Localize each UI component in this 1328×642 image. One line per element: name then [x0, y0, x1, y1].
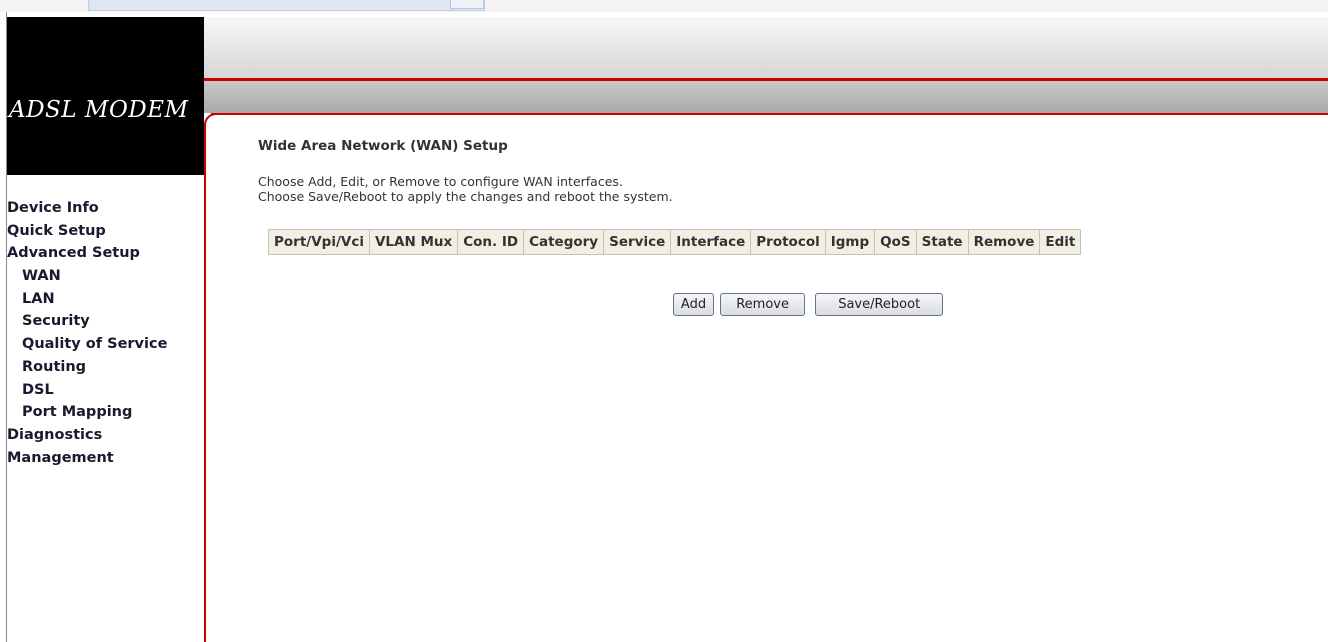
col-header-igmp: Igmp	[825, 230, 875, 254]
top-banner	[204, 17, 1328, 78]
sidebar-item-routing[interactable]: Routing	[7, 356, 204, 379]
description-line-1: Choose Add, Edit, or Remove to configure…	[258, 174, 623, 189]
sidebar-item-wan[interactable]: WAN	[7, 265, 204, 288]
col-header-state: State	[916, 230, 968, 254]
sidebar-item-diagnostics[interactable]: Diagnostics	[7, 424, 204, 447]
sidebar-item-quick-setup[interactable]: Quick Setup	[7, 220, 204, 243]
page-title: Wide Area Network (WAN) Setup	[258, 138, 508, 154]
action-buttons: Add Remove Save/Reboot	[673, 293, 944, 316]
sidebar-item-dsl[interactable]: DSL	[7, 379, 204, 402]
logo-block: ADSL MODEM	[7, 17, 204, 175]
browser-tab-control[interactable]	[450, 0, 484, 9]
table-header-row: Port/Vpi/Vci VLAN Mux Con. ID Category S…	[269, 230, 1081, 254]
sidebar-item-device-info[interactable]: Device Info	[7, 197, 204, 220]
sidebar-item-lan[interactable]: LAN	[7, 288, 204, 311]
col-header-category: Category	[524, 230, 604, 254]
add-button[interactable]: Add	[673, 293, 714, 316]
remove-button[interactable]: Remove	[720, 293, 806, 316]
banner-gray-band	[204, 81, 1328, 113]
sidebar-item-advanced-setup[interactable]: Advanced Setup	[7, 242, 204, 265]
col-header-vlan-mux: VLAN Mux	[369, 230, 458, 254]
router-admin-frame: ADSL MODEM Device Info Quick Setup Advan…	[6, 12, 1328, 642]
sidebar-item-security[interactable]: Security	[7, 310, 204, 333]
logo-text: ADSL MODEM	[9, 97, 189, 123]
col-header-interface: Interface	[671, 230, 751, 254]
page-description: Choose Add, Edit, or Remove to configure…	[258, 174, 673, 204]
col-header-qos: QoS	[875, 230, 916, 254]
col-header-protocol: Protocol	[751, 230, 825, 254]
col-header-service: Service	[604, 230, 671, 254]
col-header-con-id: Con. ID	[458, 230, 524, 254]
save-reboot-button[interactable]: Save/Reboot	[815, 293, 944, 316]
sidebar-item-port-mapping[interactable]: Port Mapping	[7, 401, 204, 424]
col-header-edit: Edit	[1040, 230, 1081, 254]
description-line-2: Choose Save/Reboot to apply the changes …	[258, 189, 673, 204]
wan-interfaces-table: Port/Vpi/Vci VLAN Mux Con. ID Category S…	[268, 229, 1082, 255]
content-border-left	[204, 125, 206, 642]
content-border-top	[211, 113, 1328, 115]
sidebar-nav: Device Info Quick Setup Advanced Setup W…	[7, 197, 204, 469]
main-content: Wide Area Network (WAN) Setup Choose Add…	[258, 138, 673, 204]
col-header-remove: Remove	[968, 230, 1040, 254]
sidebar-item-quality-of-service[interactable]: Quality of Service	[7, 333, 204, 356]
browser-tab[interactable]	[88, 0, 485, 11]
browser-chrome-strip	[0, 0, 1328, 12]
sidebar-item-management[interactable]: Management	[7, 447, 204, 470]
col-header-port-vpi-vci: Port/Vpi/Vci	[269, 230, 369, 254]
